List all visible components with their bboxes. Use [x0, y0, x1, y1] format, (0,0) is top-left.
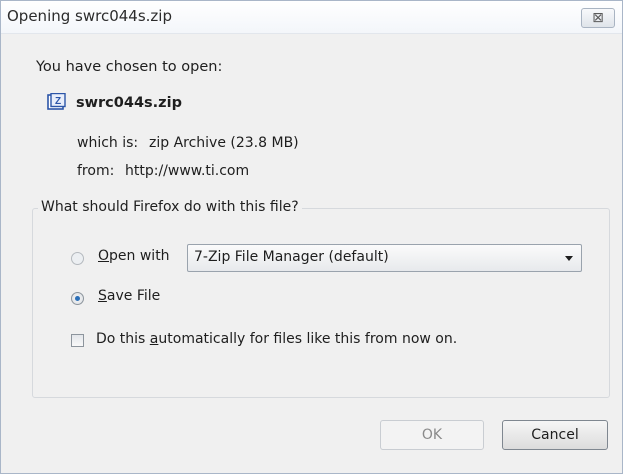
auto-action-checkbox[interactable] [71, 334, 84, 347]
close-button[interactable]: ⊠ [581, 8, 615, 28]
window-title: Opening swrc044s.zip [7, 7, 172, 25]
application-select[interactable]: 7-Zip File Manager (default) [187, 244, 582, 272]
file-name: swrc044s.zip [76, 95, 182, 111]
open-with-radio[interactable] [71, 252, 84, 265]
file-source-label: from: [77, 163, 115, 179]
save-file-accel: S [98, 288, 107, 304]
auto-action-text-before: Do this [96, 331, 150, 347]
save-file-text: ave File [106, 288, 161, 304]
file-type-value: zip Archive (23.8 MB) [149, 135, 299, 151]
open-with-text: pen with [109, 248, 170, 264]
close-icon: ⊠ [592, 10, 604, 26]
auto-action-label[interactable]: Do this automatically for files like thi… [96, 331, 457, 347]
chevron-down-icon [565, 256, 573, 261]
chosen-to-open-label: You have chosen to open: [36, 59, 223, 75]
open-with-label[interactable]: Open with [98, 248, 170, 264]
save-file-label[interactable]: Save File [98, 288, 160, 304]
download-dialog: Opening swrc044s.zip ⊠ You have chosen t… [0, 0, 623, 474]
ok-button[interactable]: OK [380, 420, 484, 450]
zip-file-icon: Z [47, 93, 66, 110]
auto-action-text-after: utomatically for files like this from no… [158, 331, 458, 347]
file-source-value: http://www.ti.com [125, 163, 250, 179]
cancel-button[interactable]: Cancel [502, 420, 608, 450]
open-with-accel: O [98, 248, 110, 264]
application-select-value: 7-Zip File Manager (default) [194, 249, 389, 265]
svg-text:Z: Z [55, 96, 61, 107]
radio-selected-dot [75, 296, 80, 301]
file-type-label: which is: [77, 135, 139, 151]
action-group-title: What should Firefox do with this file? [38, 199, 302, 215]
title-bar: Opening swrc044s.zip ⊠ [1, 1, 622, 34]
save-file-radio[interactable] [71, 292, 84, 305]
